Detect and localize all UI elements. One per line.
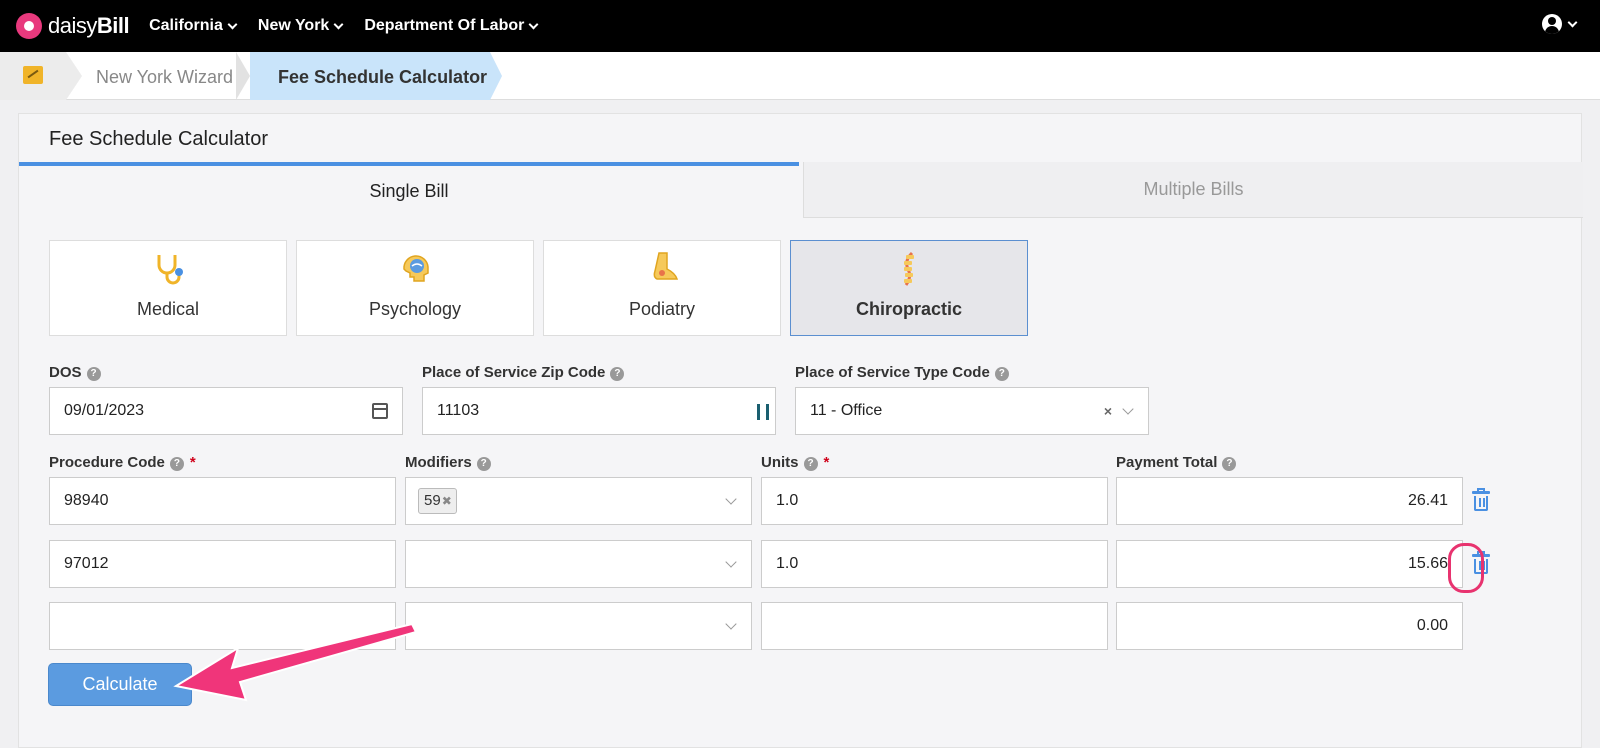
chevron-down-icon xyxy=(528,19,539,29)
breadcrumb-home[interactable] xyxy=(0,52,66,100)
user-menu[interactable] xyxy=(1542,14,1578,34)
brain-icon xyxy=(403,255,429,282)
chevron-down-icon xyxy=(725,556,737,568)
pos-type-select[interactable]: 11 - Office × xyxy=(795,387,1149,435)
calendar-icon[interactable] xyxy=(372,403,388,419)
tab-single-bill[interactable]: Single Bill xyxy=(19,162,799,218)
zip-code-label: Place of Service Zip Code? xyxy=(422,364,625,381)
nav-new-york[interactable]: New York xyxy=(258,17,344,35)
logo-text: daisyBill xyxy=(48,13,130,38)
extension-icon xyxy=(757,404,769,420)
procedure-code-label: Procedure Code? * xyxy=(49,454,196,471)
breadcrumb-separator xyxy=(236,52,250,100)
units-field[interactable]: 1.0 xyxy=(761,477,1108,525)
chevron-down-icon xyxy=(725,493,737,505)
top-navbar: daisyBill California New York Department… xyxy=(0,0,1600,52)
specialty-podiatry[interactable]: Podiatry xyxy=(543,240,781,336)
help-icon[interactable]: ? xyxy=(86,367,101,381)
specialty-chiropractic[interactable]: Chiropractic xyxy=(790,240,1028,336)
tab-multiple-bills[interactable]: Multiple Bills xyxy=(803,162,1583,218)
spine-icon xyxy=(904,251,914,286)
modifier-tag: 59✖ xyxy=(418,488,457,514)
chevron-down-icon xyxy=(725,618,737,630)
annotation-highlight-ring xyxy=(1448,543,1484,593)
units-label: Units? * xyxy=(761,454,830,471)
specialty-psychology[interactable]: Psychology xyxy=(296,240,534,336)
payment-total-field: 26.41 xyxy=(1116,477,1463,525)
calculator-panel: Fee Schedule Calculator Single Bill Mult… xyxy=(18,113,1583,748)
procedure-code-field[interactable] xyxy=(49,602,396,650)
clear-icon[interactable]: × xyxy=(1104,388,1112,434)
daisy-flower-icon xyxy=(16,13,42,39)
payment-total-field: 0.00 xyxy=(1116,602,1463,650)
breadcrumb-new-york-wizard[interactable]: New York Wizard xyxy=(96,67,233,88)
stethoscope-icon xyxy=(157,255,183,285)
dos-label: DOS? xyxy=(49,364,101,381)
help-icon[interactable]: ? xyxy=(610,367,625,381)
help-icon[interactable]: ? xyxy=(476,457,491,471)
help-icon[interactable]: ? xyxy=(1222,457,1237,471)
calculate-button[interactable]: Calculate xyxy=(48,663,192,706)
pos-type-label: Place of Service Type Code? xyxy=(795,364,1009,381)
nav-california[interactable]: California xyxy=(149,17,238,35)
home-icon xyxy=(23,66,43,84)
payment-total-field: 15.66 xyxy=(1116,540,1463,588)
specialty-medical[interactable]: Medical xyxy=(49,240,287,336)
breadcrumb-separator xyxy=(490,52,502,100)
dos-field[interactable]: 09/01/2023 xyxy=(49,387,403,435)
modifiers-select[interactable] xyxy=(405,602,752,650)
user-avatar-icon xyxy=(1542,14,1562,34)
units-field[interactable] xyxy=(761,602,1108,650)
foot-icon xyxy=(653,252,679,280)
breadcrumb-fee-schedule-calculator: Fee Schedule Calculator xyxy=(278,67,488,87)
chevron-down-icon xyxy=(1122,403,1134,415)
chevron-down-icon xyxy=(1567,17,1578,27)
help-icon[interactable]: ? xyxy=(169,457,184,471)
payment-total-label: Payment Total? xyxy=(1116,454,1237,471)
modifiers-select[interactable] xyxy=(405,540,752,588)
units-field[interactable]: 1.0 xyxy=(761,540,1108,588)
chevron-down-icon xyxy=(333,19,344,29)
breadcrumb: New York Wizard Fee Schedule Calculator xyxy=(0,52,1600,100)
nav-department-of-labor[interactable]: Department Of Labor xyxy=(364,17,539,35)
help-icon[interactable]: ? xyxy=(803,457,818,471)
modifiers-label: Modifiers? xyxy=(405,454,491,471)
trash-icon[interactable] xyxy=(1471,488,1491,512)
modifiers-select[interactable]: 59✖ xyxy=(405,477,752,525)
remove-tag-icon[interactable]: ✖ xyxy=(442,494,452,508)
daisybill-logo[interactable]: daisyBill xyxy=(16,13,130,39)
help-icon[interactable]: ? xyxy=(994,367,1009,381)
chevron-down-icon xyxy=(227,19,238,29)
procedure-code-field[interactable]: 97012 xyxy=(49,540,396,588)
zip-code-field[interactable]: 11103 xyxy=(422,387,776,435)
breadcrumb-separator xyxy=(66,52,82,100)
procedure-code-field[interactable]: 98940 xyxy=(49,477,396,525)
page-title: Fee Schedule Calculator xyxy=(49,128,269,150)
